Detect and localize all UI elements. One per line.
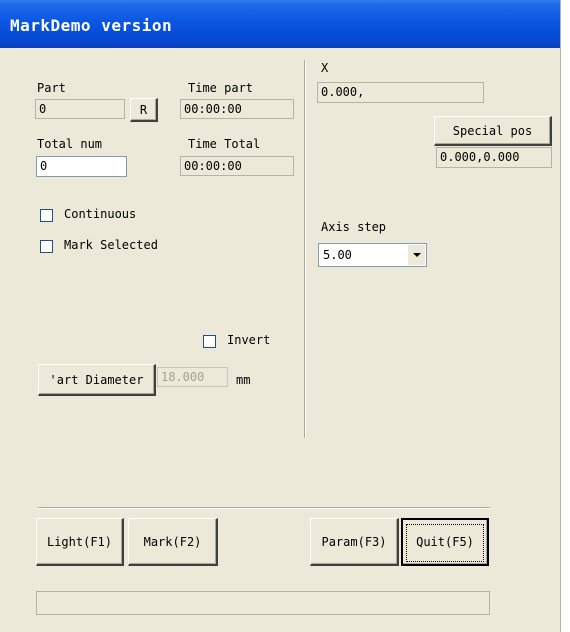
reset-part-button[interactable]: R [130,98,158,122]
invert-label[interactable]: Invert [227,333,270,348]
part-diameter-unit: mm [236,373,251,387]
continuous-label[interactable]: Continuous [64,207,136,222]
special-pos-button[interactable]: Special pos [434,116,552,146]
time-part-label: Time part [188,81,254,95]
part-diameter-button[interactable]: 'art Diameter [38,364,156,396]
part-label: Part [37,81,66,95]
time-total-label: Time Total [188,137,261,151]
status-bar [36,591,490,615]
window-title: MarkDemo version [10,16,173,35]
total-num-label: Total num [37,137,103,151]
part-diameter-field: 18.000 [157,367,228,387]
title-bar[interactable]: MarkDemo version [0,0,560,48]
part-value-field: 0 [35,99,125,119]
light-button[interactable]: Light(F1) [36,518,124,566]
time-part-field: 00:00:00 [180,99,294,119]
quit-button[interactable]: Quit(F5) [401,518,489,566]
mark-selected-checkbox[interactable] [40,240,53,253]
axis-step-label: Axis step [321,220,387,234]
mark-button[interactable]: Mark(F2) [128,518,218,566]
mark-selected-label[interactable]: Mark Selected [64,238,158,253]
special-pos-field: 0.000,0.000 [436,147,552,168]
param-button[interactable]: Param(F3) [310,518,399,566]
continuous-checkbox[interactable] [40,209,53,222]
vertical-divider [304,60,306,438]
x-label: X [321,61,329,75]
axis-step-select[interactable]: 5.00 [318,243,427,267]
app-window: MarkDemo version Part 0 R Time part 00:0… [0,0,561,632]
horizontal-divider [38,507,490,509]
invert-checkbox[interactable] [203,335,216,348]
chevron-down-icon[interactable] [407,245,425,265]
axis-step-value: 5.00 [323,248,352,262]
time-total-field: 00:00:00 [180,156,294,176]
x-position-field: 0.000, [317,82,484,103]
total-num-input[interactable]: 0 [36,156,127,177]
